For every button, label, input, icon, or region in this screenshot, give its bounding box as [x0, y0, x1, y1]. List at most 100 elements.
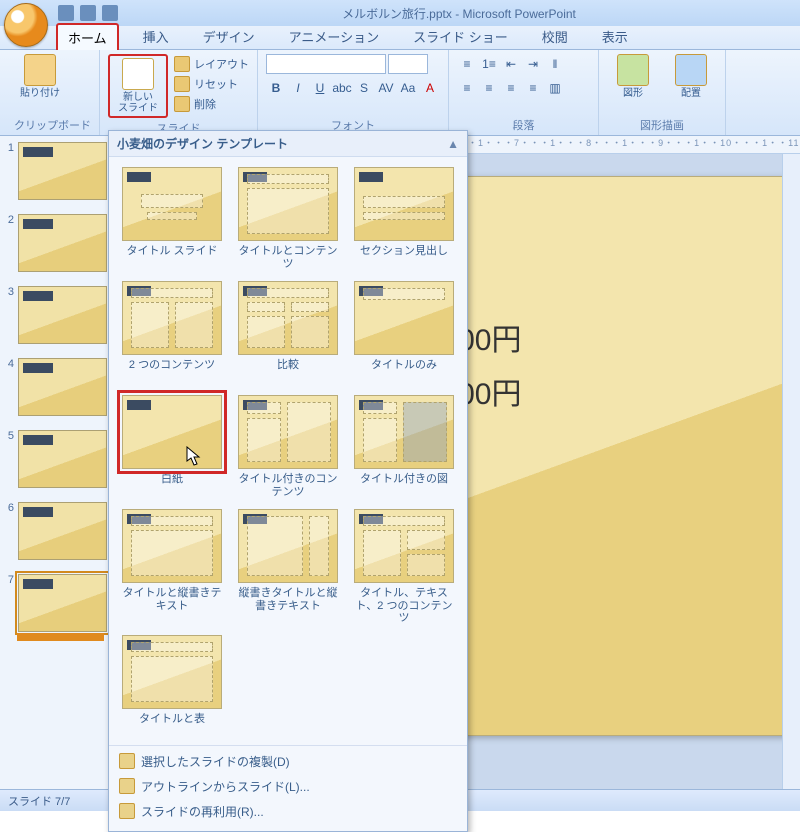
new-slide-icon — [122, 58, 154, 90]
shapes-label: 図形 — [623, 88, 643, 99]
arrange-button[interactable]: 配置 — [665, 54, 717, 99]
new-slide-label: 新しい スライド — [118, 92, 158, 114]
slide-thumbnail[interactable]: 1 — [4, 142, 107, 200]
shapes-icon — [617, 54, 649, 86]
layout-label: タイトル、テキスト、2 つのコンテンツ — [351, 587, 457, 625]
char-spacing-button[interactable]: AV — [376, 78, 396, 98]
slide-thumbnail[interactable]: 2 — [4, 214, 107, 272]
layout-option[interactable]: タイトルと縦書きテキスト — [119, 509, 225, 625]
thumb-number: 4 — [4, 358, 14, 416]
outline-icon — [119, 778, 135, 794]
slide-thumbnail[interactable]: 4 — [4, 358, 107, 416]
layout-label: タイトルのみ — [371, 359, 437, 385]
line-spacing-button[interactable]: ‖ — [545, 54, 565, 74]
delete-label: 削除 — [194, 96, 216, 112]
layout-label: 比較 — [277, 359, 299, 385]
numbering-button[interactable]: 1≡ — [479, 54, 499, 74]
tab-insert[interactable]: 挿入 — [133, 24, 179, 49]
layout-thumb — [122, 167, 222, 241]
thumb-preview — [18, 430, 107, 488]
qat-save-icon[interactable] — [58, 5, 74, 21]
font-name-combo[interactable] — [266, 54, 386, 74]
slides-from-outline-item[interactable]: アウトラインからスライド(L)... — [115, 775, 461, 798]
layout-label: セクション見出し — [360, 245, 448, 271]
tab-review[interactable]: 校閲 — [532, 24, 578, 49]
change-case-button[interactable]: Aa — [398, 78, 418, 98]
office-button[interactable] — [4, 3, 48, 47]
slide-thumbnail[interactable]: 6 — [4, 502, 107, 560]
gallery-header: 小麦畑のデザイン テンプレート — [117, 135, 288, 152]
gallery-scroll-up-icon[interactable]: ▲ — [447, 137, 459, 151]
layout-thumb — [354, 395, 454, 469]
shapes-button[interactable]: 図形 — [607, 54, 659, 99]
new-slide-button[interactable]: 新しい スライド — [112, 58, 164, 114]
layout-option[interactable]: タイトル、テキスト、2 つのコンテンツ — [351, 509, 457, 625]
tab-home[interactable]: ホーム — [56, 23, 119, 50]
group-label-clipboard: クリップボード — [14, 115, 91, 133]
tab-animation[interactable]: アニメーション — [279, 24, 389, 49]
layout-label: タイトル付きの図 — [360, 473, 448, 499]
title-bar: メルボルン旅行.pptx - Microsoft PowerPoint — [0, 0, 800, 26]
reset-button[interactable]: リセット — [174, 76, 249, 92]
align-center-button[interactable]: ≡ — [479, 78, 499, 98]
bullets-button[interactable]: ≡ — [457, 54, 477, 74]
layout-label: 縦書きタイトルと縦書きテキスト — [235, 587, 341, 613]
qat-redo-icon[interactable] — [102, 5, 118, 21]
layout-option[interactable]: 2 つのコンテンツ — [119, 281, 225, 385]
layout-option[interactable]: タイトルのみ — [351, 281, 457, 385]
layout-button[interactable]: レイアウト — [174, 56, 249, 72]
slide-thumbnail-pane[interactable]: 1 2 3 4 5 6 7 — [0, 136, 112, 789]
paste-button[interactable]: 貼り付け — [14, 54, 66, 99]
reuse-slides-item[interactable]: スライドの再利用(R)... — [115, 800, 461, 823]
duplicate-slides-item[interactable]: 選択したスライドの複製(D) — [115, 750, 461, 773]
layout-option[interactable]: タイトル スライド — [119, 167, 225, 271]
justify-button[interactable]: ≡ — [523, 78, 543, 98]
thumb-number: 7 — [4, 574, 14, 632]
tab-design[interactable]: デザイン — [193, 24, 265, 49]
indent-inc-button[interactable]: ⇥ — [523, 54, 543, 74]
layout-option[interactable]: セクション見出し — [351, 167, 457, 271]
qat-undo-icon[interactable] — [80, 5, 96, 21]
slide-thumbnail[interactable]: 5 — [4, 430, 107, 488]
thumb-preview — [18, 286, 107, 344]
font-size-combo[interactable] — [388, 54, 428, 74]
layout-option[interactable]: タイトルと表 — [119, 635, 225, 739]
bold-button[interactable]: B — [266, 78, 286, 98]
align-right-button[interactable]: ≡ — [501, 78, 521, 98]
columns-button[interactable]: ▥ — [545, 78, 565, 98]
shadow-button[interactable]: S — [354, 78, 374, 98]
layout-option[interactable]: 白紙 — [119, 395, 225, 499]
reuse-label: スライドの再利用(R)... — [141, 803, 264, 820]
delete-button[interactable]: 削除 — [174, 96, 249, 112]
indent-dec-button[interactable]: ⇤ — [501, 54, 521, 74]
layout-option[interactable]: 縦書きタイトルと縦書きテキスト — [235, 509, 341, 625]
group-label-drawing: 図形描画 — [607, 115, 717, 133]
layout-thumb — [354, 167, 454, 241]
layout-option[interactable]: 比較 — [235, 281, 341, 385]
arrange-label: 配置 — [681, 88, 701, 99]
underline-button[interactable]: U — [310, 78, 330, 98]
thumb-preview — [18, 214, 107, 272]
duplicate-label: 選択したスライドの複製(D) — [141, 753, 290, 770]
layout-label: レイアウト — [194, 56, 249, 72]
vertical-scrollbar[interactable] — [782, 154, 800, 789]
layout-option[interactable]: タイトル付きの図 — [351, 395, 457, 499]
font-color-button[interactable]: A — [420, 78, 440, 98]
new-slide-layout-gallery: 小麦畑のデザイン テンプレート ▲ タイトル スライドタイトルとコンテンツセクシ… — [108, 130, 468, 832]
layout-label: タイトルと表 — [139, 713, 205, 739]
layout-option[interactable]: タイトルとコンテンツ — [235, 167, 341, 271]
slide-thumbnail[interactable]: 3 — [4, 286, 107, 344]
layout-label: 2 つのコンテンツ — [129, 359, 215, 385]
strike-button[interactable]: abc — [332, 78, 352, 98]
thumb-number: 5 — [4, 430, 14, 488]
align-left-button[interactable]: ≡ — [457, 78, 477, 98]
tab-slideshow[interactable]: スライド ショー — [403, 24, 518, 49]
layout-thumb — [122, 281, 222, 355]
delete-icon — [174, 96, 190, 112]
ribbon: 貼り付け クリップボード 新しい スライド レイアウト リセット 削除 スライド — [0, 50, 800, 136]
layout-thumb — [122, 509, 222, 583]
layout-option[interactable]: タイトル付きのコンテンツ — [235, 395, 341, 499]
italic-button[interactable]: I — [288, 78, 308, 98]
tab-view[interactable]: 表示 — [592, 24, 638, 49]
slide-thumbnail[interactable]: 7 — [4, 574, 107, 632]
